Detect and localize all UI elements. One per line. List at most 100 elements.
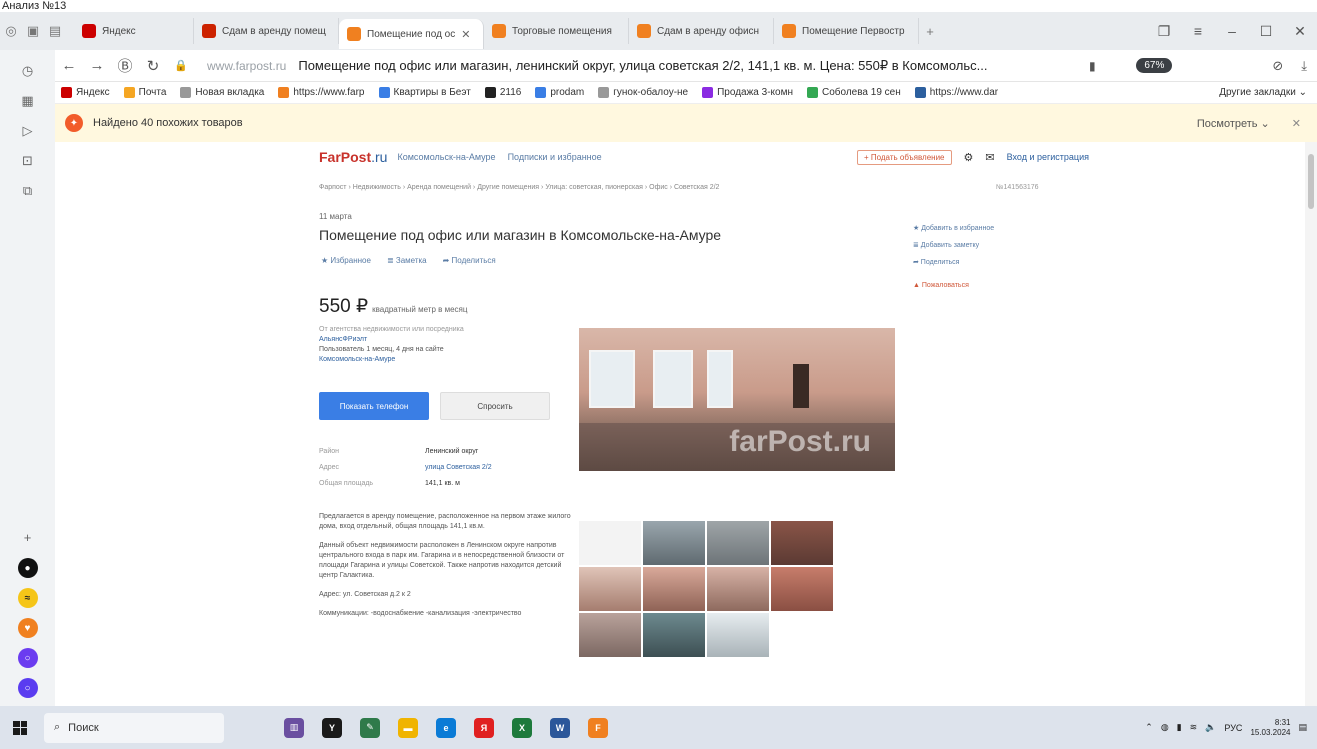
add-favorite-link[interactable]: ★ Добавить в избранное <box>913 220 994 237</box>
note-action[interactable]: ≣ Заметка <box>387 256 427 265</box>
complain-link[interactable]: ▲ Пожаловаться <box>913 277 994 294</box>
taskbar-clock[interactable]: 8:31 15.03.2024 <box>1250 718 1290 738</box>
thumbnail[interactable] <box>579 567 641 611</box>
minimize-button[interactable]: ‒ <box>1215 23 1249 40</box>
browser-tab[interactable]: Сдам в аренду офисн <box>629 18 774 44</box>
url-host[interactable]: www.farpost.ru <box>207 59 286 73</box>
bookmark-item[interactable]: Продажа 3-комн <box>702 87 793 98</box>
post-ad-button[interactable]: + Подать объявление <box>856 149 952 165</box>
bookmark-item[interactable]: https://www.dar <box>914 87 998 98</box>
app-purple-icon[interactable]: ○ <box>17 648 38 668</box>
tray-chevron-icon[interactable]: ⌃ <box>1145 722 1153 733</box>
thumbnail[interactable] <box>643 567 705 611</box>
app-yellow-icon[interactable]: ≈ <box>17 588 38 608</box>
tray-wifi-icon[interactable]: ≋ <box>1190 722 1198 733</box>
forward-button[interactable]: → <box>83 57 111 74</box>
edge-icon[interactable]: e <box>436 717 456 738</box>
translate-icon[interactable]: ⊘ <box>1272 58 1283 74</box>
page-scrollbar[interactable] <box>1305 142 1317 706</box>
other-bookmarks[interactable]: Другие закладки ⌄ <box>1219 87 1317 98</box>
bookmark-item[interactable]: 2116 <box>484 87 521 98</box>
bookmark-item[interactable]: Квартиры в Беэт <box>378 87 471 98</box>
breadcrumb[interactable]: Фарпост › Недвижимость › Аренда помещени… <box>319 184 719 191</box>
maximize-button[interactable]: ☐ <box>1249 23 1283 40</box>
share-link[interactable]: ➦ Поделиться <box>913 254 994 271</box>
app-orange-icon[interactable]: ♥ <box>17 618 38 638</box>
browser-tab[interactable]: Сдам в аренду помещ <box>194 18 339 44</box>
app-violet-icon[interactable]: ○ <box>17 678 38 698</box>
tab-grid-icon[interactable]: ▣ <box>22 20 44 42</box>
history-icon[interactable]: ◷ <box>17 60 39 82</box>
word-icon[interactable]: W <box>550 717 570 738</box>
ask-button[interactable]: Спросить <box>440 392 550 420</box>
add-note-link[interactable]: ≣ Добавить заметку <box>913 237 994 254</box>
yandex-icon[interactable]: Я <box>474 717 494 738</box>
back-button[interactable]: ← <box>55 57 83 74</box>
new-tab-button[interactable]: + <box>919 20 941 42</box>
thumbnail[interactable] <box>643 521 705 565</box>
tab-close-icon[interactable]: ✕ <box>461 28 470 41</box>
app-green-icon[interactable]: ✎ <box>360 717 380 738</box>
bookmark-item[interactable]: https://www.farp <box>278 87 365 98</box>
downloads-icon[interactable]: ▦ <box>17 90 39 112</box>
thumbnail[interactable] <box>771 567 833 611</box>
close-window-button[interactable]: ✕ <box>1283 23 1317 40</box>
notifications-icon[interactable]: ▤ <box>1298 722 1307 733</box>
bookmark-item[interactable]: Яндекс <box>61 87 110 98</box>
main-photo[interactable]: farPost.ru <box>579 328 895 471</box>
taskbar-search[interactable]: ⌕ Поиск <box>44 712 224 743</box>
thumbnail[interactable] <box>707 567 769 611</box>
thumbnail[interactable] <box>707 613 769 657</box>
farpost-app-icon[interactable]: F <box>588 717 608 738</box>
bookmark-icon[interactable]: ▮ <box>1078 59 1106 73</box>
download-icon[interactable]: ⤓ <box>1301 58 1307 74</box>
tray-volume-icon[interactable]: 🔈 <box>1205 722 1216 733</box>
city-link[interactable]: Комсомольск-на-Амуре <box>397 152 495 162</box>
add-app-icon[interactable]: + <box>17 526 39 548</box>
suggestion-close-icon[interactable]: ✕ <box>1292 117 1301 130</box>
thumbnail[interactable] <box>579 613 641 657</box>
bookmark-item[interactable]: Соболева 19 сен <box>806 87 901 98</box>
url-title[interactable]: Помещение под офис или магазин, ленински… <box>298 58 1078 74</box>
browser-tab[interactable]: Помещение Первостр <box>774 18 919 44</box>
browser-tab[interactable]: Торговые помещения <box>484 18 629 44</box>
thumbnail[interactable] <box>579 521 641 565</box>
seller-name[interactable]: АльянсФРиэлт <box>319 335 539 345</box>
yandex-logo-icon[interactable]: Ⓑ <box>111 55 139 76</box>
excel-icon[interactable]: X <box>512 717 532 738</box>
tray-lang[interactable]: РУС <box>1224 723 1242 733</box>
share-action[interactable]: ➦ Поделиться <box>443 256 496 265</box>
login-link[interactable]: Вход и регистрация <box>1007 152 1089 162</box>
thumbnail[interactable] <box>707 521 769 565</box>
task-view-icon[interactable]: ▥ <box>284 717 304 738</box>
bookmark-item[interactable]: prodam <box>535 87 584 98</box>
subscribe-link[interactable]: Подписки и избранное <box>508 152 602 162</box>
tab-list-icon[interactable]: ▤ <box>44 20 66 42</box>
bookmark-item[interactable]: Почта <box>123 87 166 98</box>
browser-menu-icon[interactable]: ◎ <box>0 20 22 42</box>
tray-network-icon[interactable]: ◍ <box>1161 722 1169 733</box>
show-phone-button[interactable]: Показать телефон <box>319 392 429 420</box>
screenshot-icon[interactable]: ⧉ <box>17 180 39 202</box>
thumbnail[interactable] <box>643 613 705 657</box>
tray-battery-icon[interactable]: ▮ <box>1177 722 1182 733</box>
scrollbar-thumb[interactable] <box>1308 154 1314 209</box>
site-logo[interactable]: FarPost.ru <box>319 149 387 165</box>
messages-icon[interactable]: ✉ <box>985 151 994 164</box>
browser-menu-button[interactable]: ≡ <box>1181 23 1215 40</box>
bookmark-item[interactable]: гунок-обалоу-не <box>598 87 688 98</box>
settings-icon[interactable]: ⚙ <box>964 151 974 164</box>
browser-tab[interactable]: Помещение под ос ✕ <box>339 19 484 49</box>
app-black-icon[interactable]: ● <box>17 558 38 578</box>
play-icon[interactable]: ▷ <box>17 120 39 142</box>
bookmark-item[interactable]: Новая вкладка <box>180 87 264 98</box>
seller-city[interactable]: Комсомольск-на-Амуре <box>319 355 539 365</box>
suggestion-view-button[interactable]: Посмотреть ⌄ <box>1197 117 1270 130</box>
thumbnail[interactable] <box>771 521 833 565</box>
browser-tab[interactable]: Яндекс <box>74 18 194 44</box>
file-explorer-icon[interactable]: ▬ <box>398 717 418 738</box>
reload-button[interactable]: ↻ <box>139 57 167 75</box>
speed-badge[interactable]: 67% <box>1136 58 1173 73</box>
start-button[interactable] <box>0 720 40 735</box>
extensions-icon[interactable]: ⊡ <box>17 150 39 172</box>
